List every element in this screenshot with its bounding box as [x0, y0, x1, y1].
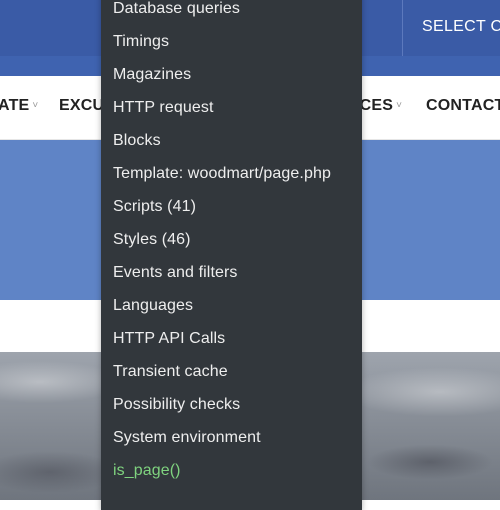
nav-item-label: CONTACT: [426, 97, 500, 114]
top-bar-divider: [402, 0, 403, 56]
menu-item-magazines[interactable]: Magazines: [113, 66, 191, 84]
nav-item-ices[interactable]: ICES ˅: [355, 97, 402, 115]
nav-item-label: EXCU: [59, 97, 105, 114]
menu-item-languages[interactable]: Languages: [113, 297, 193, 315]
menu-item-http-request[interactable]: HTTP request: [113, 99, 214, 117]
chevron-down-icon: ˅: [396, 100, 403, 111]
menu-item-possibility-checks[interactable]: Possibility checks: [113, 396, 240, 414]
menu-item-scripts[interactable]: Scripts (41): [113, 198, 196, 216]
select-category-button[interactable]: SELECT CA: [422, 18, 500, 36]
menu-item-database-queries[interactable]: Database queries: [113, 0, 240, 18]
menu-item-http-api-calls[interactable]: HTTP API Calls: [113, 330, 225, 348]
nav-item-ate[interactable]: ATE ˅: [0, 97, 38, 115]
menu-item-blocks[interactable]: Blocks: [113, 132, 161, 150]
menu-item-template[interactable]: Template: woodmart/page.php: [113, 165, 331, 183]
menu-item-events-and-filters[interactable]: Events and filters: [113, 264, 238, 282]
menu-item-system-environment[interactable]: System environment: [113, 429, 261, 447]
menu-item-transient-cache[interactable]: Transient cache: [113, 363, 228, 381]
menu-item-styles[interactable]: Styles (46): [113, 231, 191, 249]
nav-item-label: ATE: [0, 97, 30, 114]
menu-item-is-page[interactable]: is_page(): [113, 462, 181, 480]
chevron-down-icon: ˅: [32, 100, 39, 111]
nav-item-contact[interactable]: CONTACT: [426, 97, 500, 115]
menu-item-timings[interactable]: Timings: [113, 33, 169, 51]
nav-item-excu[interactable]: EXCU: [59, 97, 104, 115]
